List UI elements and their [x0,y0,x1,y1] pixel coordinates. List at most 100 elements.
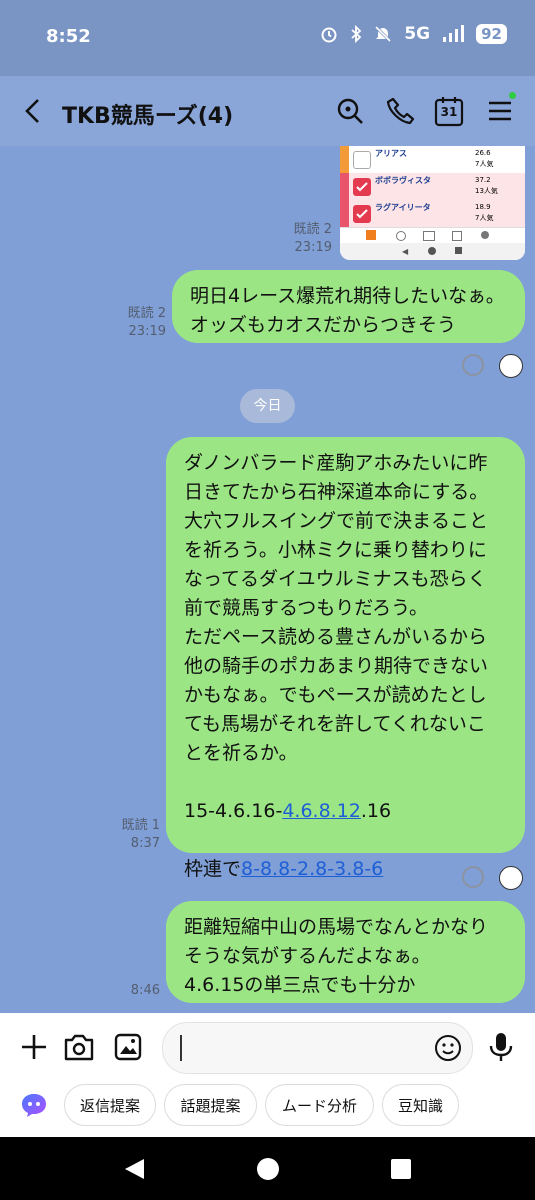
home-nav-icon[interactable] [256,1157,280,1181]
thumb-row-color [340,173,349,200]
message-bubble[interactable]: 距離短縮中山の馬場でなんとかなり そうな気がするんだよなぁ。 4.6.15の単三… [166,901,525,1003]
bet-link[interactable]: 8-8.8-2.8-3.8-6 [241,858,383,880]
thumb-popularity: 7人気 [475,214,494,222]
chevron-left-icon [25,99,39,123]
phone-icon[interactable] [384,95,416,127]
message-line: 距離短縮中山の馬場でなんとかなり [184,916,489,938]
system-nav-bar [0,1137,535,1200]
message-time: 8:37 [130,836,160,851]
message-line: 大穴フルスイングで前で決まること [184,510,489,532]
image-icon[interactable] [114,1033,142,1061]
battery-level: 92 [476,24,507,44]
thumb-message-meta: 既読 2 23:19 [280,221,332,257]
notification-dot [509,92,516,99]
thumb-popularity: 7人気 [475,160,494,168]
message-line: 明日4レース爆荒れ期待したいなぁ。 [190,285,505,307]
message-line: 4.6.15の単三点でも十分か [184,974,416,996]
message-input[interactable] [162,1022,473,1074]
calendar-icon[interactable]: 31 [433,95,465,127]
message-time: 23:19 [294,240,332,255]
network-type: 5G [404,24,431,44]
back-nav-icon: ◀ [402,247,409,256]
status-icons: 5G 92 [320,24,507,44]
user-icon [481,231,489,239]
mail-icon [423,231,435,241]
message-line: ただペース読める豊さんがいるから [184,626,488,648]
bet-suffix: .16 [360,800,392,822]
message-line: 日きてたから石神深道本命にする。 [184,481,489,503]
suggestion-chip[interactable]: 豆知識 [382,1084,459,1126]
message-meta: 既読 2 23:19 [112,305,166,341]
date-separator: 今日 [240,389,295,423]
reaction-icon[interactable] [462,354,484,376]
message-line: 他の騎手のポカあまり期待できない [184,655,489,677]
chat-header: TKB競馬ーズ(4) 31 [0,76,535,146]
app-logo-icon [366,230,376,240]
thumb-odds: 37.2 [475,176,491,184]
bet-prefix: 15-4.6.16- [184,800,283,822]
suggestion-chip[interactable]: 返信提案 [64,1084,156,1126]
message-line: そうな気がするんだよなぁ。 [184,945,431,967]
message-meta: 既読 1 8:37 [108,817,160,853]
alarm-icon [321,27,337,43]
thumb-popularity: 13人気 [475,187,498,195]
back-button[interactable] [22,96,42,132]
status-time: 8:52 [46,26,91,47]
back-nav-icon[interactable] [122,1157,146,1181]
reader-avatar [499,866,523,890]
recent-nav-icon [455,247,462,254]
message-line: 前で競馬するつもりだろう。 [184,597,428,619]
recents-nav-icon[interactable] [390,1158,412,1180]
thumb-navbar: ◀ [340,243,525,260]
message-line: かもなぁ。でもペースが読めたとし [184,684,487,706]
thumb-odds: 26.6 [475,149,491,157]
text-cursor [180,1035,182,1061]
calendar-day: 31 [440,105,458,119]
microphone-icon[interactable] [488,1031,514,1063]
message-line: ても馬場がそれを許してくれないこ [184,713,486,735]
reaction-icon[interactable] [462,866,484,888]
message-meta: 8:46 [108,982,160,1000]
message-line: を祈ろう。小林ミクに乗り替わりに [184,539,487,561]
composer: 返信提案 話題提案 ムード分析 豆知識 [0,1013,535,1137]
bet-link[interactable]: 4.6.8.12 [282,800,361,822]
thumb-tabbar [340,227,525,244]
bet-line: 枠連で8-8.8-2.8-3.8-6 [184,855,507,884]
read-receipt: 既読 2 [127,306,166,321]
read-receipt: 既読 2 [293,222,332,237]
message-bubble[interactable]: ダノンバラード産駒アホみたいに昨 日きてたから石神深道本命にする。 大穴フルスイ… [166,437,525,880]
camera-icon[interactable] [63,1032,95,1062]
checkbox-checked-icon [353,205,371,223]
message-time: 8:46 [130,983,160,998]
message-bubble[interactable]: 明日4レース爆荒れ期待したいなぁ。 オッズもカオスだからつきそう [172,270,525,343]
bet-line: 15-4.6.16-4.6.8.12.16 [184,797,507,826]
ai-assistant-icon[interactable] [20,1092,48,1118]
home-nav-icon [428,247,436,255]
plus-icon[interactable] [20,1033,48,1061]
menu-icon[interactable] [484,95,516,127]
mute-icon [375,25,392,43]
message-line: ダノンバラード産駒アホみたいに昨 [184,452,488,474]
suggestion-chip[interactable]: ムード分析 [265,1084,374,1126]
status-bar: 8:52 5G 92 [0,0,535,76]
suggestion-chip[interactable]: 話題提案 [164,1084,257,1126]
search-icon [396,231,406,241]
thumb-row: アリアス 26.6 7人気 [340,146,525,173]
read-receipt: 既読 1 [121,818,160,833]
emoji-icon[interactable] [433,1033,463,1063]
message-line: オッズもカオスだからつきそう [190,314,457,336]
signal-icon [443,25,465,42]
checkbox-checked-icon [353,178,371,196]
reader-avatar [499,354,523,378]
bluetooth-icon [351,25,362,43]
bet-prefix: 枠連で [184,858,242,880]
thumb-odds: 18.9 [475,203,491,211]
message-line: とを祈るか。 [184,742,298,764]
thumb-row-color [340,200,349,227]
checkbox-icon [353,151,371,169]
note-icon [452,231,462,241]
image-message[interactable]: アリアス 26.6 7人気 ボボラヴィスタ 37.2 13人気 ラグアイリータ … [340,146,525,260]
search-icon[interactable] [334,95,366,127]
